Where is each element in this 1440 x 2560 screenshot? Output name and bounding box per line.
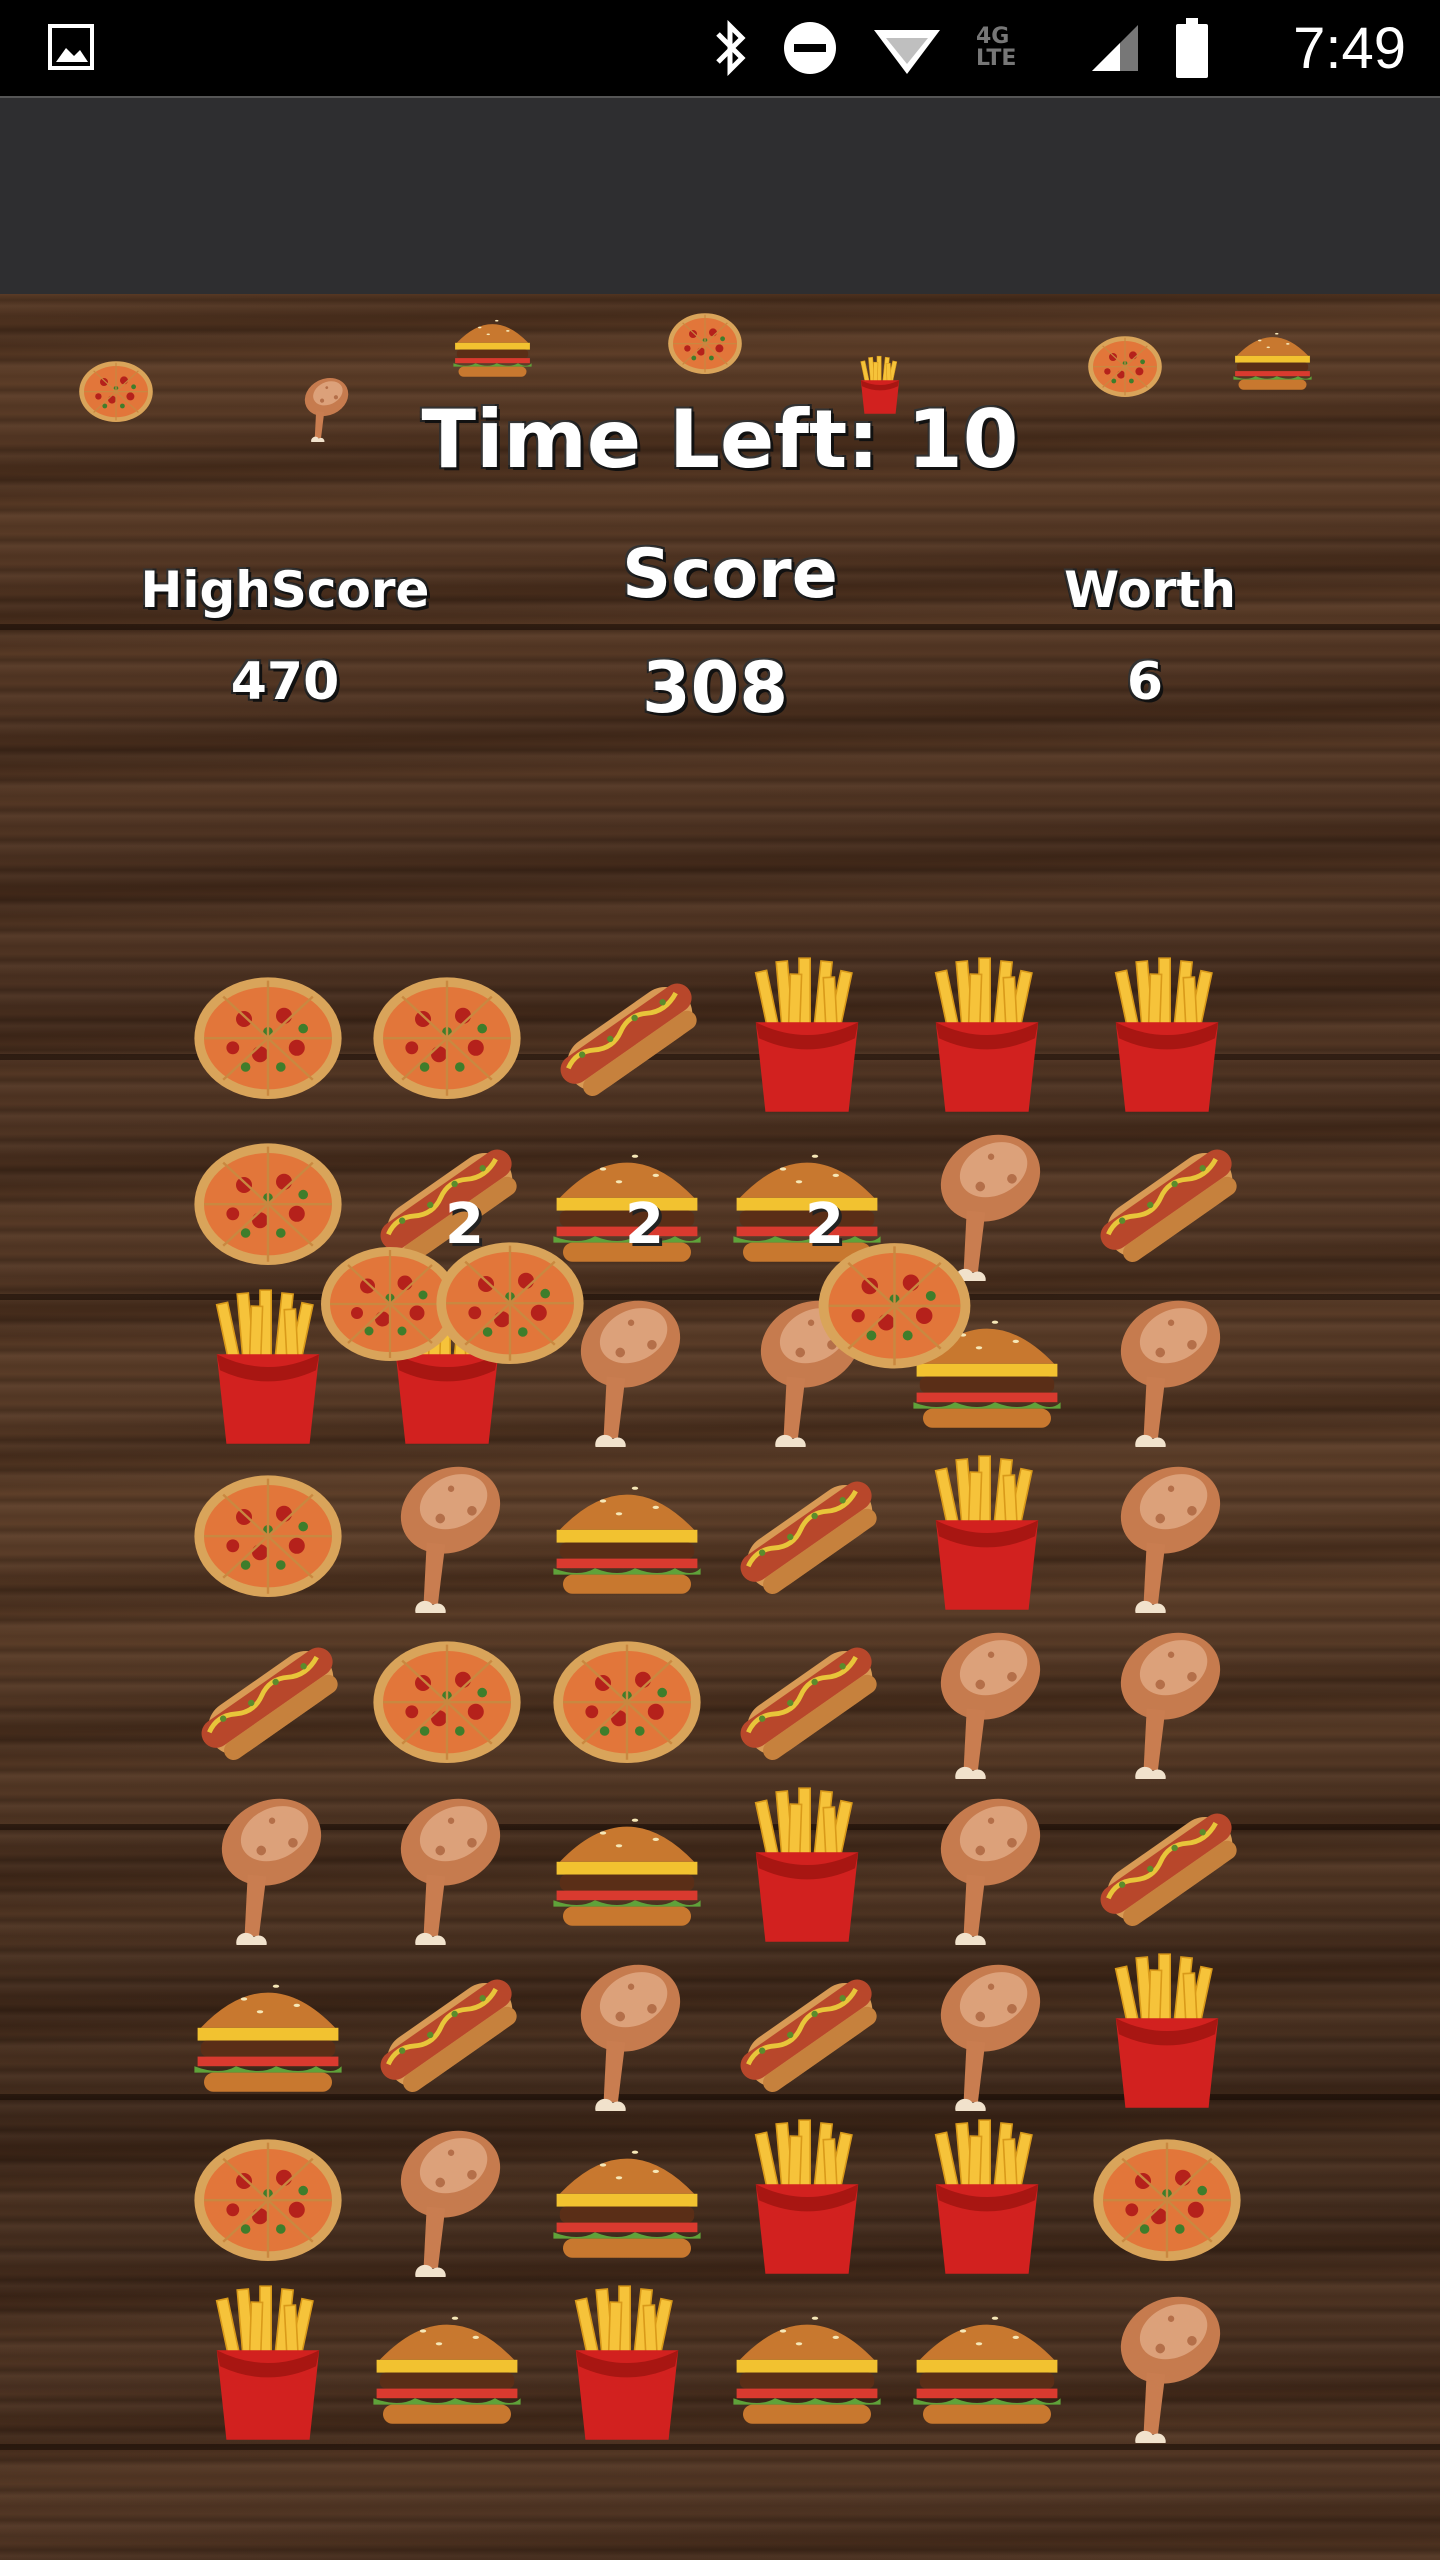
score-value: 308 [641,647,789,729]
pizza-icon[interactable] [188,955,348,1115]
burger-icon[interactable] [547,2117,707,2277]
fries-icon[interactable] [1087,1951,1247,2111]
chicken-icon[interactable] [1087,2283,1247,2443]
pizza-icon [76,350,156,430]
points-popup: 2 [625,1192,664,1257]
chicken-icon [290,372,360,442]
hotdog-icon[interactable] [727,1951,887,2111]
chicken-icon[interactable] [1087,1453,1247,1613]
chicken-icon[interactable] [547,1951,707,2111]
time-left-label: Time Left: 10 [421,393,1019,486]
burger-icon[interactable] [188,1951,348,2111]
battery-icon [1174,18,1210,78]
highscore-value: 470 [230,652,340,712]
signal-icon [1090,23,1140,73]
fries-icon[interactable] [727,1785,887,1945]
points-popup: 2 [805,1192,844,1257]
worth-label: Worth [1064,561,1236,619]
pizza-icon[interactable] [188,2117,348,2277]
fries-icon[interactable] [727,955,887,1115]
points-popup: 2 [445,1192,484,1257]
fries-icon[interactable] [188,2283,348,2443]
hotdog-icon[interactable] [1087,1121,1247,1281]
fries-icon[interactable] [547,2283,707,2443]
burger-icon[interactable] [547,1785,707,1945]
fries-icon[interactable] [1087,955,1247,1115]
chicken-icon[interactable] [188,1785,348,1945]
fries-icon[interactable] [907,1453,1067,1613]
hotdog-icon[interactable] [367,1951,527,2111]
burger-icon [450,302,535,387]
hotdog-icon[interactable] [188,1619,348,1779]
fries-icon [850,355,910,415]
network-type: 4G LTE [976,24,1017,71]
fries-icon[interactable] [727,2117,887,2277]
chicken-icon[interactable] [907,1951,1067,2111]
chicken-icon[interactable] [907,1785,1067,1945]
burger-icon[interactable] [547,1453,707,1613]
pizza-icon[interactable] [367,955,527,1115]
score-label: Score [622,535,838,614]
hotdog-icon[interactable] [547,955,707,1115]
do-not-disturb-icon [782,20,838,76]
pizza-icon[interactable] [1087,2117,1247,2277]
burger-icon[interactable] [727,2283,887,2443]
chicken-icon[interactable] [367,1453,527,1613]
pizza-icon[interactable] [547,1619,707,1779]
pizza-icon[interactable] [188,1453,348,1613]
chicken-icon[interactable] [367,2117,527,2277]
burger-icon [1230,315,1315,400]
wifi-icon [872,20,942,76]
worth-value: 6 [1126,652,1164,712]
clock: 7:49 [1293,16,1406,81]
chicken-icon[interactable] [1087,1287,1247,1447]
hotdog-icon[interactable] [1087,1785,1247,1945]
burger-icon[interactable] [367,2283,527,2443]
app-action-bar [0,96,1440,296]
pizza-icon [1085,325,1165,405]
chicken-icon[interactable] [1087,1619,1247,1779]
gallery-icon [48,24,94,70]
hotdog-icon[interactable] [727,1453,887,1613]
pizza-icon [665,302,745,382]
fries-icon[interactable] [907,955,1067,1115]
burger-icon[interactable] [907,2283,1067,2443]
chicken-icon[interactable] [907,1619,1067,1779]
pizza-icon[interactable] [367,1619,527,1779]
hotdog-icon[interactable] [727,1619,887,1779]
chicken-icon[interactable] [367,1785,527,1945]
fries-icon[interactable] [907,2117,1067,2277]
highscore-label: HighScore [140,561,430,619]
bluetooth-icon [714,19,748,77]
status-bar: 4G LTE 7:49 [0,0,1440,96]
